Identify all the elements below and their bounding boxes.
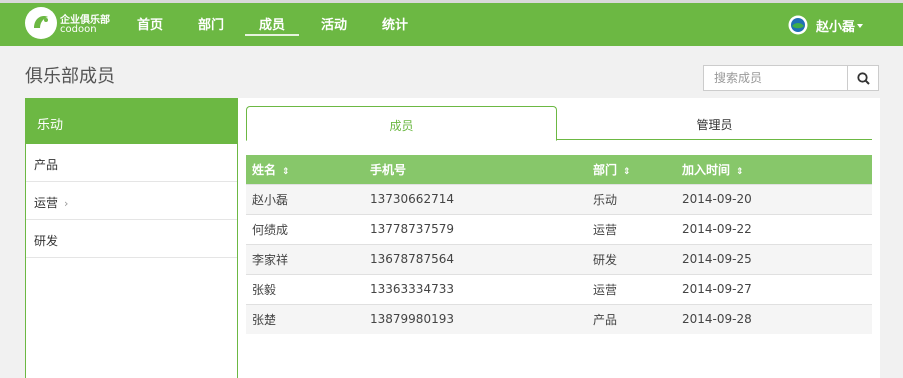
table-row[interactable]: 李家祥 13678787564 研发 2014-09-25	[246, 243, 872, 274]
members-panel: 成员 管理员 姓名 ⇕ 手机号 部门 ⇕ 加入时间 ⇕ 赵小磊 13730662714…	[238, 98, 880, 378]
nav-members[interactable]: 成员	[245, 14, 299, 36]
column-department[interactable]: 部门 ⇕	[587, 155, 676, 184]
tab-admins[interactable]: 管理员	[557, 106, 872, 140]
user-avatar[interactable]	[788, 15, 808, 35]
table-header-row: 姓名 ⇕ 手机号 部门 ⇕ 加入时间 ⇕	[246, 155, 872, 184]
sidebar-item-label: 产品	[34, 158, 59, 172]
cell-department: 产品	[587, 303, 676, 334]
nav-activities[interactable]: 活动	[321, 14, 347, 36]
member-tabs: 成员 管理员	[246, 106, 872, 141]
department-sidebar: 乐动 产品 运营 › 研发	[25, 98, 238, 378]
column-name[interactable]: 姓名 ⇕	[246, 155, 364, 184]
column-label: 姓名	[252, 162, 277, 177]
cell-join-date: 2014-09-28	[676, 303, 872, 334]
search-button[interactable]	[847, 65, 879, 91]
cell-name: 李家祥	[246, 243, 364, 274]
user-menu[interactable]: 赵小磊	[816, 16, 855, 35]
sort-icon[interactable]: ⇕	[282, 167, 290, 177]
chevron-down-icon[interactable]	[857, 24, 863, 28]
column-label: 手机号	[370, 162, 407, 177]
cell-join-date: 2014-09-20	[676, 183, 872, 214]
sort-icon[interactable]: ⇕	[623, 167, 631, 177]
codoon-logo[interactable]	[24, 6, 58, 40]
sort-icon[interactable]: ⇕	[736, 167, 744, 177]
sidebar-item-label: 运营	[34, 196, 59, 210]
table-row[interactable]: 张毅 13363334733 运营 2014-09-27	[246, 273, 872, 304]
table-row[interactable]: 何绩成 13778737579 运营 2014-09-22	[246, 213, 872, 244]
cell-name: 赵小磊	[246, 183, 364, 214]
cell-phone: 13730662714	[364, 183, 587, 214]
search-icon	[857, 72, 870, 85]
search-input[interactable]	[703, 65, 848, 91]
cell-department: 运营	[587, 273, 676, 304]
top-navbar: 企业俱乐部 codoon 首页 部门 成员 活动 统计 赵小磊	[0, 0, 903, 46]
column-join-date[interactable]: 加入时间 ⇕	[676, 155, 872, 184]
column-label: 加入时间	[682, 162, 731, 177]
table-row[interactable]: 赵小磊 13730662714 乐动 2014-09-20	[246, 183, 872, 214]
cell-department: 研发	[587, 243, 676, 274]
cell-name: 张楚	[246, 303, 364, 334]
cell-join-date: 2014-09-25	[676, 243, 872, 274]
sidebar-item-selected[interactable]: 乐动	[26, 99, 237, 144]
column-label: 部门	[593, 162, 618, 177]
nav-statistics[interactable]: 统计	[382, 14, 408, 36]
cell-join-date: 2014-09-27	[676, 273, 872, 304]
cell-name: 何绩成	[246, 213, 364, 244]
cell-phone: 13363334733	[364, 273, 587, 304]
column-phone: 手机号	[364, 155, 587, 184]
cell-phone: 13778737579	[364, 213, 587, 244]
sidebar-item-operations[interactable]: 运营 ›	[26, 182, 237, 220]
cell-department: 乐动	[587, 183, 676, 214]
cell-name: 张毅	[246, 273, 364, 304]
members-table: 姓名 ⇕ 手机号 部门 ⇕ 加入时间 ⇕ 赵小磊 13730662714 乐动 201…	[246, 155, 872, 334]
brand-subtitle: codoon	[60, 24, 97, 35]
sidebar-item-rnd[interactable]: 研发	[26, 220, 237, 258]
page-title: 俱乐部成员	[25, 66, 115, 87]
table-row[interactable]: 张楚 13879980193 产品 2014-09-28	[246, 303, 872, 334]
tab-members[interactable]: 成员	[246, 106, 557, 141]
cell-phone: 13879980193	[364, 303, 587, 334]
cell-join-date: 2014-09-22	[676, 213, 872, 244]
chevron-right-icon: ›	[64, 197, 69, 210]
cell-phone: 13678787564	[364, 243, 587, 274]
sidebar-item-product[interactable]: 产品	[26, 144, 237, 182]
nav-departments[interactable]: 部门	[198, 14, 224, 36]
cell-department: 运营	[587, 213, 676, 244]
sidebar-item-label: 研发	[34, 234, 59, 248]
nav-home[interactable]: 首页	[137, 14, 163, 36]
